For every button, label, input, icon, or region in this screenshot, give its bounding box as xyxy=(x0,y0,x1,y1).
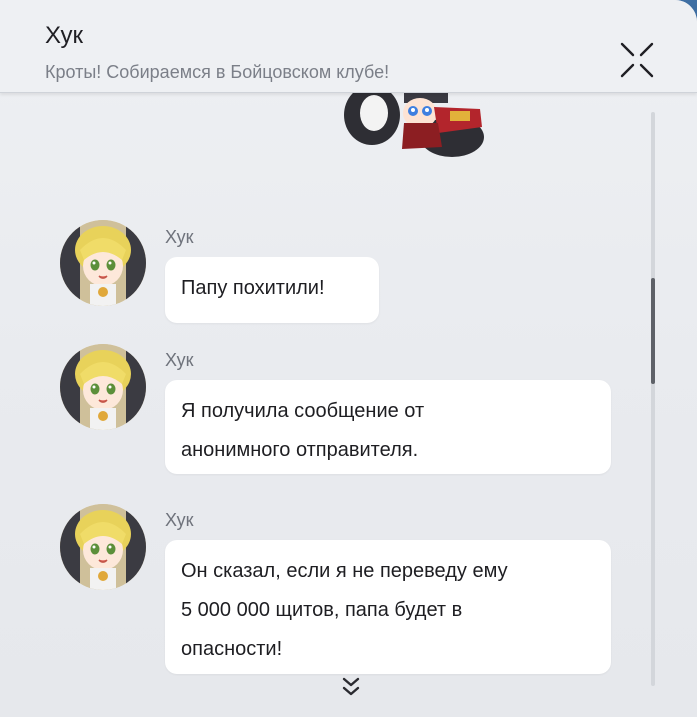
message-text-line: 5 000 000 щитов, папа будет в xyxy=(181,599,463,621)
sticker-image xyxy=(342,93,487,159)
chat-history[interactable]: Хук Папу похитили! Хук Я получила сообще… xyxy=(0,93,697,717)
close-icon xyxy=(620,42,654,78)
message-bubble: Я получила сообщение от анонимного отпра… xyxy=(165,380,611,474)
sender-name: Хук xyxy=(165,510,194,530)
avatar[interactable] xyxy=(60,220,146,306)
chat-header: Хук Кроты! Собираемся в Бойцовском клубе… xyxy=(0,0,697,93)
message-bubble: Он сказал, если я не переведу ему 5 000 … xyxy=(165,540,611,674)
scroll-down-button[interactable] xyxy=(339,674,363,702)
chat-subtitle: Кроты! Собираемся в Бойцовском клубе! xyxy=(45,62,390,82)
message-bubble: Папу похитили! xyxy=(165,257,379,323)
chevron-double-down-icon xyxy=(342,677,360,696)
sender-name: Хук xyxy=(165,350,194,370)
scrollbar-thumb[interactable] xyxy=(651,278,655,384)
message-text-line: анонимного отправителя. xyxy=(181,439,419,461)
sender-name: Хук xyxy=(165,227,194,247)
avatar[interactable] xyxy=(60,344,146,430)
scrollbar-track[interactable] xyxy=(651,112,655,686)
chat-panel: Хук Кроты! Собираемся в Бойцовском клубе… xyxy=(0,0,697,717)
chat-title: Хук xyxy=(45,22,83,49)
message-text-line: Папу похитили! xyxy=(181,277,325,299)
close-button[interactable] xyxy=(612,36,662,84)
message-text-line: Я получила сообщение от xyxy=(181,400,425,422)
avatar[interactable] xyxy=(60,504,146,590)
message-text-line: опасности! xyxy=(181,638,283,660)
window-frame: Хук Кроты! Собираемся в Бойцовском клубе… xyxy=(0,0,697,717)
message-text-line: Он сказал, если я не переведу ему xyxy=(181,560,508,582)
